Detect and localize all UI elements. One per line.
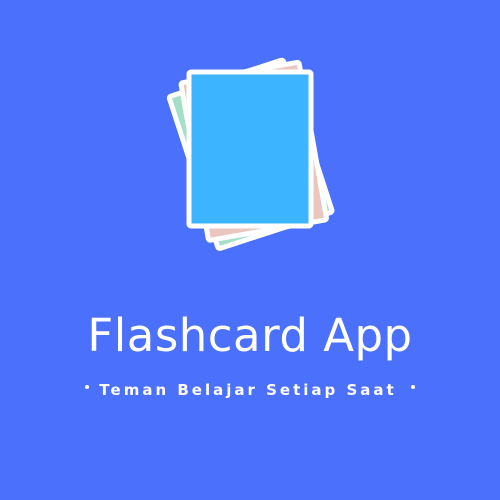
bullet-dot-left: [85, 384, 90, 389]
tagline-text: Teman Belajar Setiap Saat: [99, 381, 397, 399]
app-title: Flashcard App: [87, 309, 413, 362]
bullet-dot-right: [410, 384, 415, 389]
app-logo: [140, 48, 360, 258]
front-card: [186, 69, 314, 229]
tagline: Teman Belajar Setiap Saat: [0, 378, 500, 402]
flashcard-stack-icon: [166, 57, 335, 251]
